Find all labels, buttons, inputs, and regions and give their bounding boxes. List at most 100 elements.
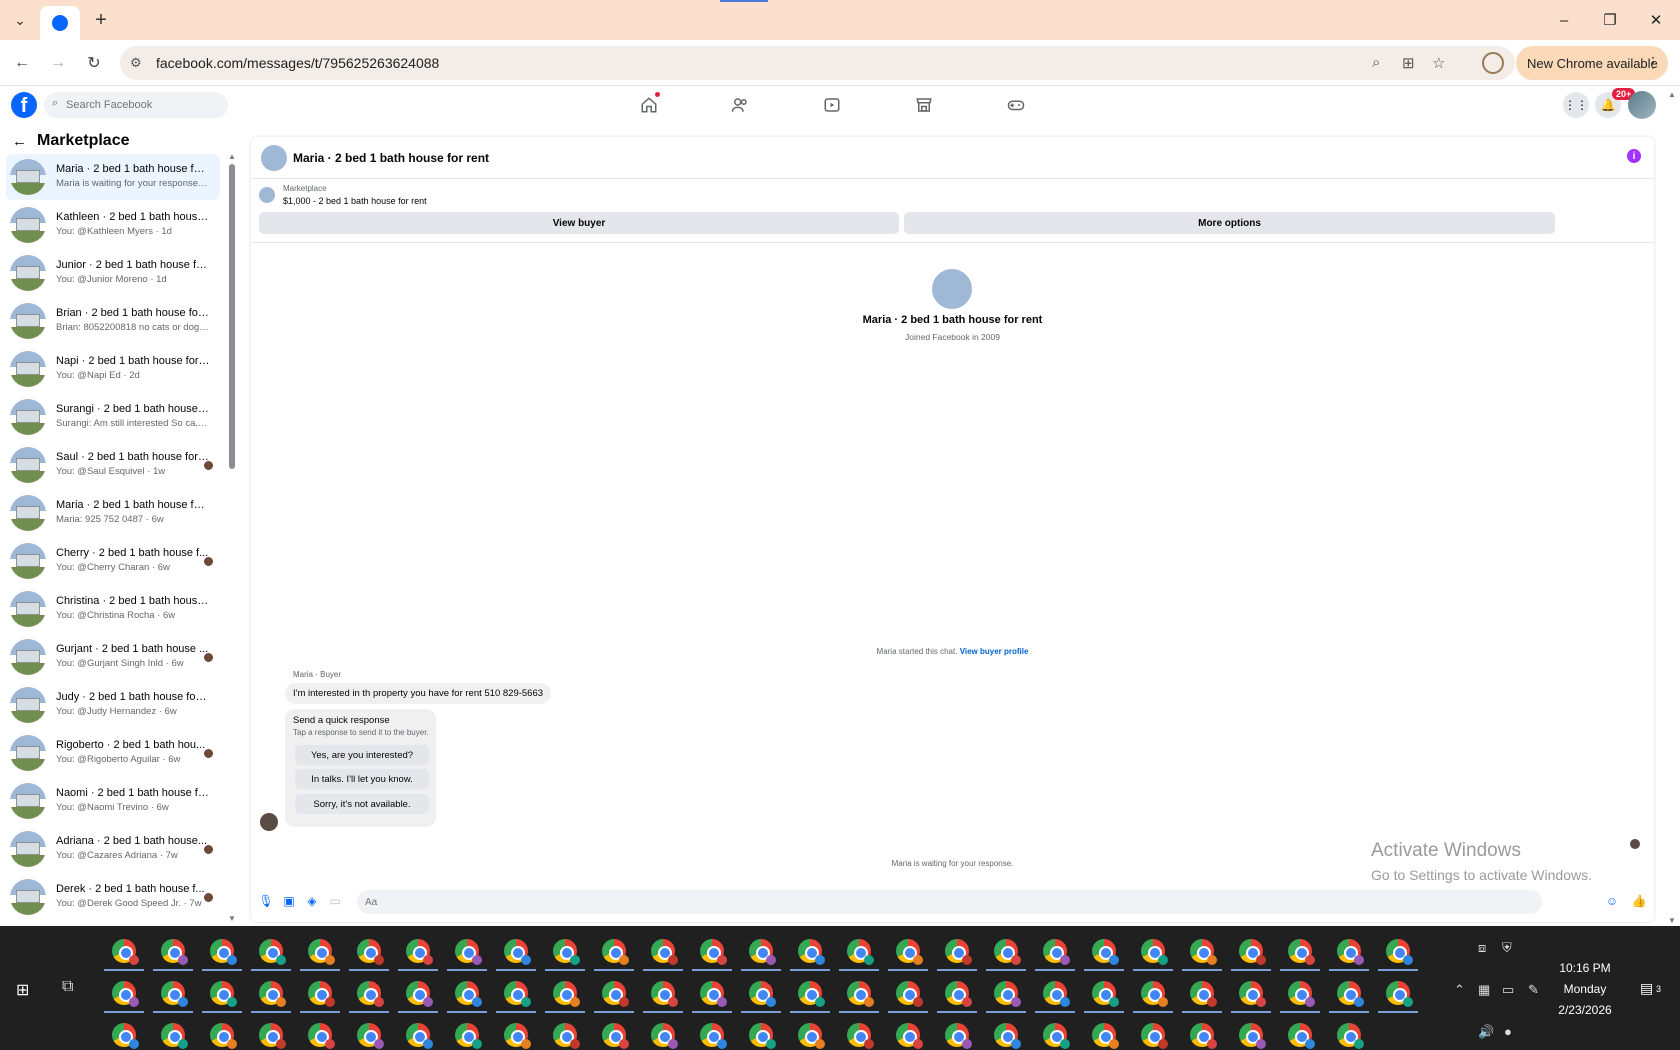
facebook-search-input[interactable]	[66, 96, 216, 114]
windows-start-icon[interactable]: ⊞	[16, 980, 29, 1000]
install-app-icon[interactable]: ⊞	[1402, 54, 1415, 72]
chrome-window-icon[interactable]	[798, 1023, 825, 1049]
chrome-window-icon[interactable]	[1386, 939, 1413, 965]
notification-center-icon[interactable]: ▤	[1640, 980, 1653, 997]
back-arrow-icon[interactable]: ←	[12, 133, 27, 150]
back-button[interactable]: ←	[10, 51, 34, 75]
gaming-icon[interactable]	[1004, 93, 1028, 117]
chrome-window-icon[interactable]	[749, 1023, 776, 1049]
chrome-window-icon[interactable]	[749, 939, 776, 965]
chrome-window-icon[interactable]	[847, 939, 874, 965]
microphone-icon[interactable]: 🎙	[258, 894, 273, 908]
chrome-window-icon[interactable]	[504, 939, 531, 965]
sidebar-scrollbar[interactable]: ▲ ▼	[228, 152, 236, 924]
listing-title[interactable]: $1,000 - 2 bed 1 bath house for rent	[283, 196, 427, 206]
chrome-window-icon[interactable]	[749, 981, 776, 1007]
chrome-window-icon[interactable]	[1288, 1023, 1315, 1049]
conversation-item[interactable]: Rigoberto · 2 bed 1 bath hou... You: @Rig…	[6, 730, 220, 776]
chrome-window-icon[interactable]	[553, 981, 580, 1007]
message-input[interactable]	[357, 890, 1542, 914]
pen-icon[interactable]: ✎	[1528, 982, 1539, 998]
chrome-window-icon[interactable]	[1239, 939, 1266, 965]
chrome-window-icon[interactable]	[161, 1023, 188, 1049]
chrome-window-icon[interactable]	[1141, 981, 1168, 1007]
conversation-item[interactable]: Maria · 2 bed 1 bath house for r... Maria…	[6, 154, 220, 200]
chrome-window-icon[interactable]	[847, 1023, 874, 1049]
chrome-window-icon[interactable]	[112, 1023, 139, 1049]
chat-title[interactable]: Maria · 2 bed 1 bath house for rent	[293, 151, 489, 165]
chrome-window-icon[interactable]	[504, 1023, 531, 1049]
conversation-item[interactable]: Naomi · 2 bed 1 bath house for... You: @N…	[6, 778, 220, 824]
chat-avatar[interactable]	[261, 145, 287, 171]
chrome-window-icon[interactable]	[308, 981, 335, 1007]
bookmark-star-icon[interactable]: ☆	[1432, 54, 1445, 72]
chrome-window-icon[interactable]	[112, 939, 139, 965]
facebook-search[interactable]: ⌕	[44, 92, 228, 118]
scrollbar-thumb[interactable]	[229, 164, 235, 469]
volume-icon[interactable]: 🔊	[1478, 1024, 1494, 1040]
chrome-window-icon[interactable]	[798, 981, 825, 1007]
conversation-item[interactable]: Saul · 2 bed 1 bath house for ... You: @S…	[6, 442, 220, 488]
chrome-window-icon[interactable]	[602, 1023, 629, 1049]
conversation-item[interactable]: Gurjant · 2 bed 1 bath house ... You: @Gu…	[6, 634, 220, 680]
chrome-window-icon[interactable]	[1092, 1023, 1119, 1049]
chrome-window-icon[interactable]	[357, 981, 384, 1007]
chrome-window-icon[interactable]	[1337, 981, 1364, 1007]
taskbar-clock[interactable]: 10:16 PM Monday 2/23/2026	[1550, 958, 1620, 1021]
conversation-info-icon[interactable]: i	[1627, 149, 1641, 163]
chrome-window-icon[interactable]	[406, 939, 433, 965]
chrome-window-icon[interactable]	[700, 1023, 727, 1049]
chrome-window-icon[interactable]	[1043, 1023, 1070, 1049]
chrome-window-icon[interactable]	[210, 939, 237, 965]
chrome-window-icon[interactable]	[994, 981, 1021, 1007]
quick-response-sorry-button[interactable]: Sorry, it's not available.	[295, 794, 429, 814]
chrome-window-icon[interactable]	[210, 981, 237, 1007]
chrome-window-icon[interactable]	[1239, 981, 1266, 1007]
forward-button[interactable]: →	[46, 51, 70, 75]
chrome-window-icon[interactable]	[210, 1023, 237, 1049]
conversation-item[interactable]: Cherry · 2 bed 1 bath house f... You: @Ch…	[6, 538, 220, 584]
chrome-window-icon[interactable]	[945, 939, 972, 965]
account-avatar[interactable]	[1628, 91, 1656, 119]
security-shield-icon[interactable]: ⛨	[1502, 940, 1512, 956]
chrome-window-icon[interactable]	[455, 981, 482, 1007]
page-scroll-down-icon[interactable]: ▼	[1668, 916, 1676, 925]
chrome-window-icon[interactable]	[1190, 939, 1217, 965]
page-scroll-up-icon[interactable]: ▲	[1668, 90, 1676, 99]
conversation-item[interactable]: Christina · 2 bed 1 bath house f... You: …	[6, 586, 220, 632]
show-hidden-icons-icon[interactable]: ⌃	[1454, 982, 1465, 998]
zoom-icon[interactable]: ⌕	[1372, 54, 1380, 71]
listing-thumbnail[interactable]	[259, 187, 275, 203]
chrome-window-icon[interactable]	[1288, 981, 1315, 1007]
view-buyer-profile-link[interactable]: View buyer profile	[960, 647, 1029, 656]
thumbs-up-icon[interactable]: 👍	[1632, 894, 1647, 908]
emoji-icon[interactable]: ☺	[1605, 894, 1619, 908]
page-scrollbar[interactable]: ▲ ▼	[1668, 90, 1678, 926]
chrome-window-icon[interactable]	[896, 1023, 923, 1049]
chrome-window-icon[interactable]	[161, 981, 188, 1007]
chrome-window-icon[interactable]	[896, 981, 923, 1007]
quick-response-talks-button[interactable]: In talks. I'll let you know.	[295, 769, 429, 789]
tray-app-icon[interactable]: ▦	[1478, 982, 1490, 998]
chrome-window-icon[interactable]	[455, 1023, 482, 1049]
chrome-window-icon[interactable]	[455, 939, 482, 965]
conversation-item[interactable]: Napi · 2 bed 1 bath house for r... You: @…	[6, 346, 220, 392]
view-buyer-button[interactable]: View buyer	[259, 212, 899, 234]
chrome-window-icon[interactable]	[553, 1023, 580, 1049]
chrome-window-icon[interactable]	[1239, 1023, 1266, 1049]
chrome-window-icon[interactable]	[1337, 1023, 1364, 1049]
chrome-window-icon[interactable]	[847, 981, 874, 1007]
friends-icon[interactable]	[728, 93, 752, 117]
chrome-window-icon[interactable]	[1190, 981, 1217, 1007]
chrome-window-icon[interactable]	[1141, 939, 1168, 965]
chrome-window-icon[interactable]	[945, 1023, 972, 1049]
scroll-up-icon[interactable]: ▲	[228, 152, 236, 161]
chrome-window-icon[interactable]	[1043, 981, 1070, 1007]
minimize-button[interactable]: –	[1552, 8, 1576, 32]
meet-now-icon[interactable]: ⧈	[1478, 940, 1486, 956]
chrome-window-icon[interactable]	[504, 981, 531, 1007]
conversation-item[interactable]: Adriana · 2 bed 1 bath house... You: @Caz…	[6, 826, 220, 872]
restore-button[interactable]: ❐	[1598, 8, 1622, 32]
chrome-window-icon[interactable]	[994, 939, 1021, 965]
new-tab-button[interactable]: +	[90, 9, 112, 31]
